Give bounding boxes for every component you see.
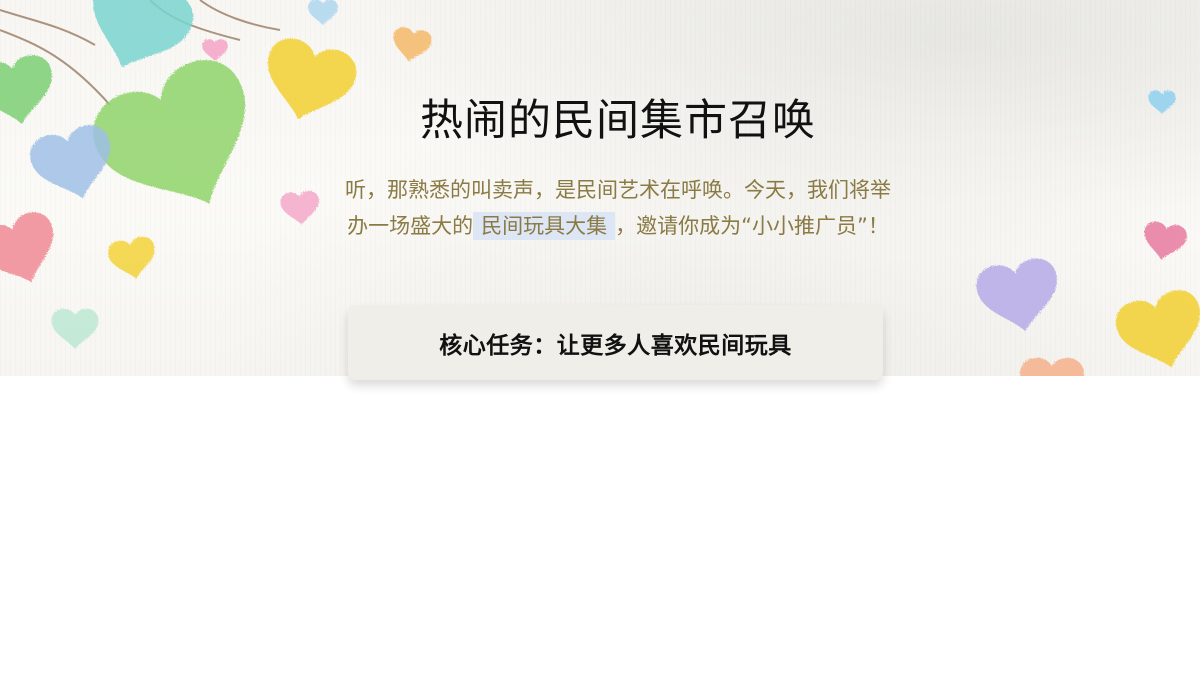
- magenta-heart-icon: [1140, 219, 1189, 264]
- orange-heart-icon: [389, 25, 434, 65]
- lavender-heart-icon: [973, 255, 1066, 339]
- pink-heart-icon: [202, 39, 228, 62]
- green-heart-icon: [80, 46, 281, 238]
- light-blue-heart-icon: [308, 0, 338, 26]
- core-task-card: 核心任务：让更多人喜欢民间玩具: [348, 305, 883, 380]
- intro-paragraph: 听，那熟悉的叫卖声，是民间艺术在呼唤。今天，我们将举办一场盛大的 民间玩具大集 ，邀…: [340, 172, 896, 244]
- page-title: 热闹的民间集市召唤: [420, 96, 816, 146]
- core-task-text: 核心任务：让更多人喜欢民间玩具: [439, 332, 792, 359]
- sky-heart-icon: [1148, 90, 1176, 115]
- peach-heart-icon: [1020, 357, 1084, 376]
- mint-heart-icon: [51, 308, 99, 350]
- slide: 热闹的民间集市召唤 听，那熟悉的叫卖声，是民间艺术在呼唤。今天，我们将举办一场盛…: [0, 0, 1200, 675]
- gold-heart-icon: [1111, 285, 1200, 376]
- pink-heart-mid-icon: [279, 190, 321, 227]
- highlight-text: 民间玩具大集: [473, 212, 616, 240]
- red-heart-icon: [0, 206, 68, 296]
- yellow-heart-small-icon: [106, 234, 160, 283]
- green-heart-small-icon: [0, 52, 60, 131]
- intro-text-end: ，邀请你成为“小小推广员”！: [615, 214, 889, 238]
